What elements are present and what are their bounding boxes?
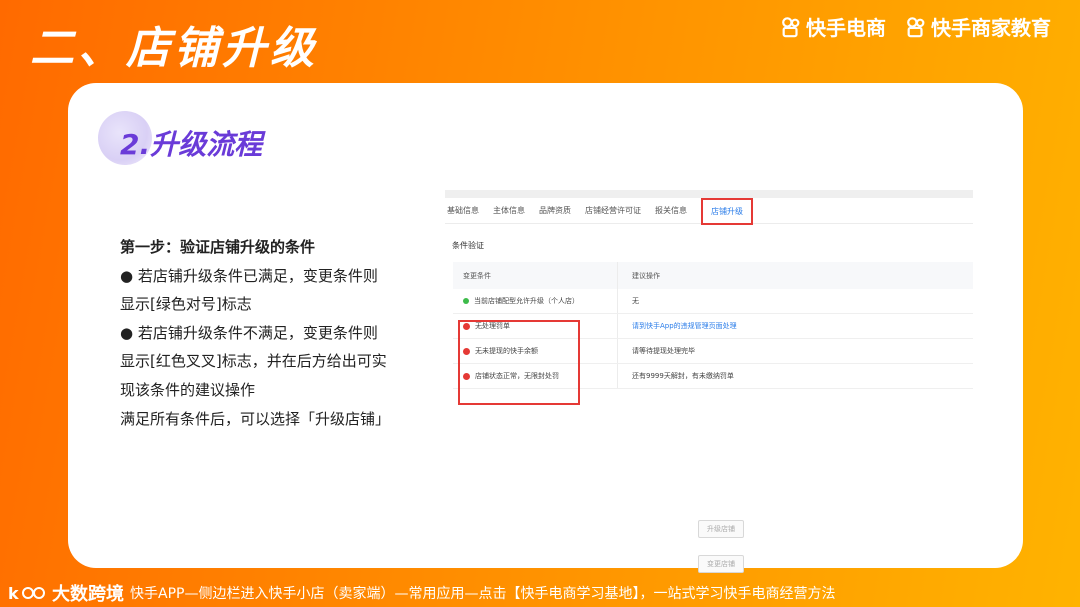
unmet-conditions-highlight bbox=[458, 320, 580, 405]
condition-cell: 当前店铺配型允许升级（个人店） bbox=[453, 289, 618, 313]
kuaishou-logo-icon bbox=[907, 16, 925, 37]
check-icon bbox=[463, 298, 469, 304]
footer-logo: k 大数跨境 bbox=[8, 580, 124, 606]
step-line: 现该条件的建议操作 bbox=[120, 380, 256, 399]
suggestion-text: 请等待提现处理完毕 bbox=[632, 347, 695, 355]
suggestion-link[interactable]: 请到快手App的违规管理页面处理 bbox=[618, 314, 973, 338]
change-store-button[interactable]: 变更店铺 bbox=[698, 555, 744, 573]
footer: k 大数跨境 快手APP—侧边栏进入快手小店（卖家端）—常用应用—点击【快手电商… bbox=[0, 578, 1080, 607]
table-header: 变更条件 建议操作 bbox=[453, 262, 973, 289]
step-line: 满足所有条件后，可以选择「升级店铺」 bbox=[120, 409, 391, 428]
brand2-label: 快手商家教育 bbox=[931, 16, 1051, 40]
tab-customs-info[interactable]: 报关信息 bbox=[655, 205, 687, 216]
tab-business-license[interactable]: 店铺经营许可证 bbox=[585, 205, 641, 216]
footer-note: 快手APP—侧边栏进入快手小店（卖家端）—常用应用—点击【快手电商学习基地】，一… bbox=[130, 586, 836, 602]
dashu-logo-icon: k bbox=[8, 584, 45, 603]
footer-logo-text: 大数跨境 bbox=[52, 584, 124, 605]
header-suggestion: 建议操作 bbox=[632, 271, 660, 280]
kuaishou-logo-icon bbox=[782, 16, 800, 37]
table-row: 当前店铺配型允许升级（个人店） 无 bbox=[453, 289, 973, 314]
step-line: ● 若店铺升级条件不满足，变更条件则 bbox=[120, 323, 378, 342]
svg-text:k: k bbox=[8, 584, 19, 603]
store-upgrade-screenshot: 基础信息 主体信息 品牌资质 店铺经营许可证 报关信息 店铺升级 条件验证 变更… bbox=[445, 190, 973, 573]
step-description: 第一步：验证店铺升级的条件 ● 若店铺升级条件已满足，变更条件则 显示[绿色对号… bbox=[120, 233, 430, 433]
tab-basic-info[interactable]: 基础信息 bbox=[447, 205, 479, 216]
header-condition: 变更条件 bbox=[453, 262, 618, 289]
step-line: ● 若店铺升级条件已满足，变更条件则 bbox=[120, 266, 378, 285]
step-line: 显示[绿色对号]标志 bbox=[120, 295, 252, 314]
tab-store-upgrade[interactable]: 店铺升级 bbox=[701, 198, 753, 225]
brand-kuaishou-education: 快手商家教育 bbox=[905, 12, 1051, 41]
step-line: 第一步：验证店铺升级的条件 bbox=[120, 238, 316, 256]
condition-text: 当前店铺配型允许升级（个人店） bbox=[474, 297, 579, 305]
step-line: 显示[红色叉叉]标志，并在后方给出可实 bbox=[120, 352, 387, 371]
condition-verify-title: 条件验证 bbox=[452, 241, 484, 250]
page-title: 二、店铺升级 bbox=[30, 23, 318, 74]
panel-topbar bbox=[445, 190, 973, 198]
suggestion-text: 无 bbox=[632, 297, 639, 305]
tab-brand-qualification[interactable]: 品牌资质 bbox=[539, 205, 571, 216]
brand-kuaishou-ecommerce: 快手电商 bbox=[780, 12, 886, 41]
suggestion-text: 还有9999天解封，有未缴纳罚单 bbox=[632, 372, 734, 380]
brand1-label: 快手电商 bbox=[806, 16, 886, 40]
upgrade-store-button[interactable]: 升级店铺 bbox=[698, 520, 744, 538]
tab-entity-info[interactable]: 主体信息 bbox=[493, 205, 525, 216]
content-card: 2.升级流程 第一步：验证店铺升级的条件 ● 若店铺升级条件已满足，变更条件则 … bbox=[68, 83, 1023, 573]
section-subtitle: 2.升级流程 bbox=[120, 128, 263, 161]
tab-bar: 基础信息 主体信息 品牌资质 店铺经营许可证 报关信息 店铺升级 bbox=[445, 198, 973, 225]
